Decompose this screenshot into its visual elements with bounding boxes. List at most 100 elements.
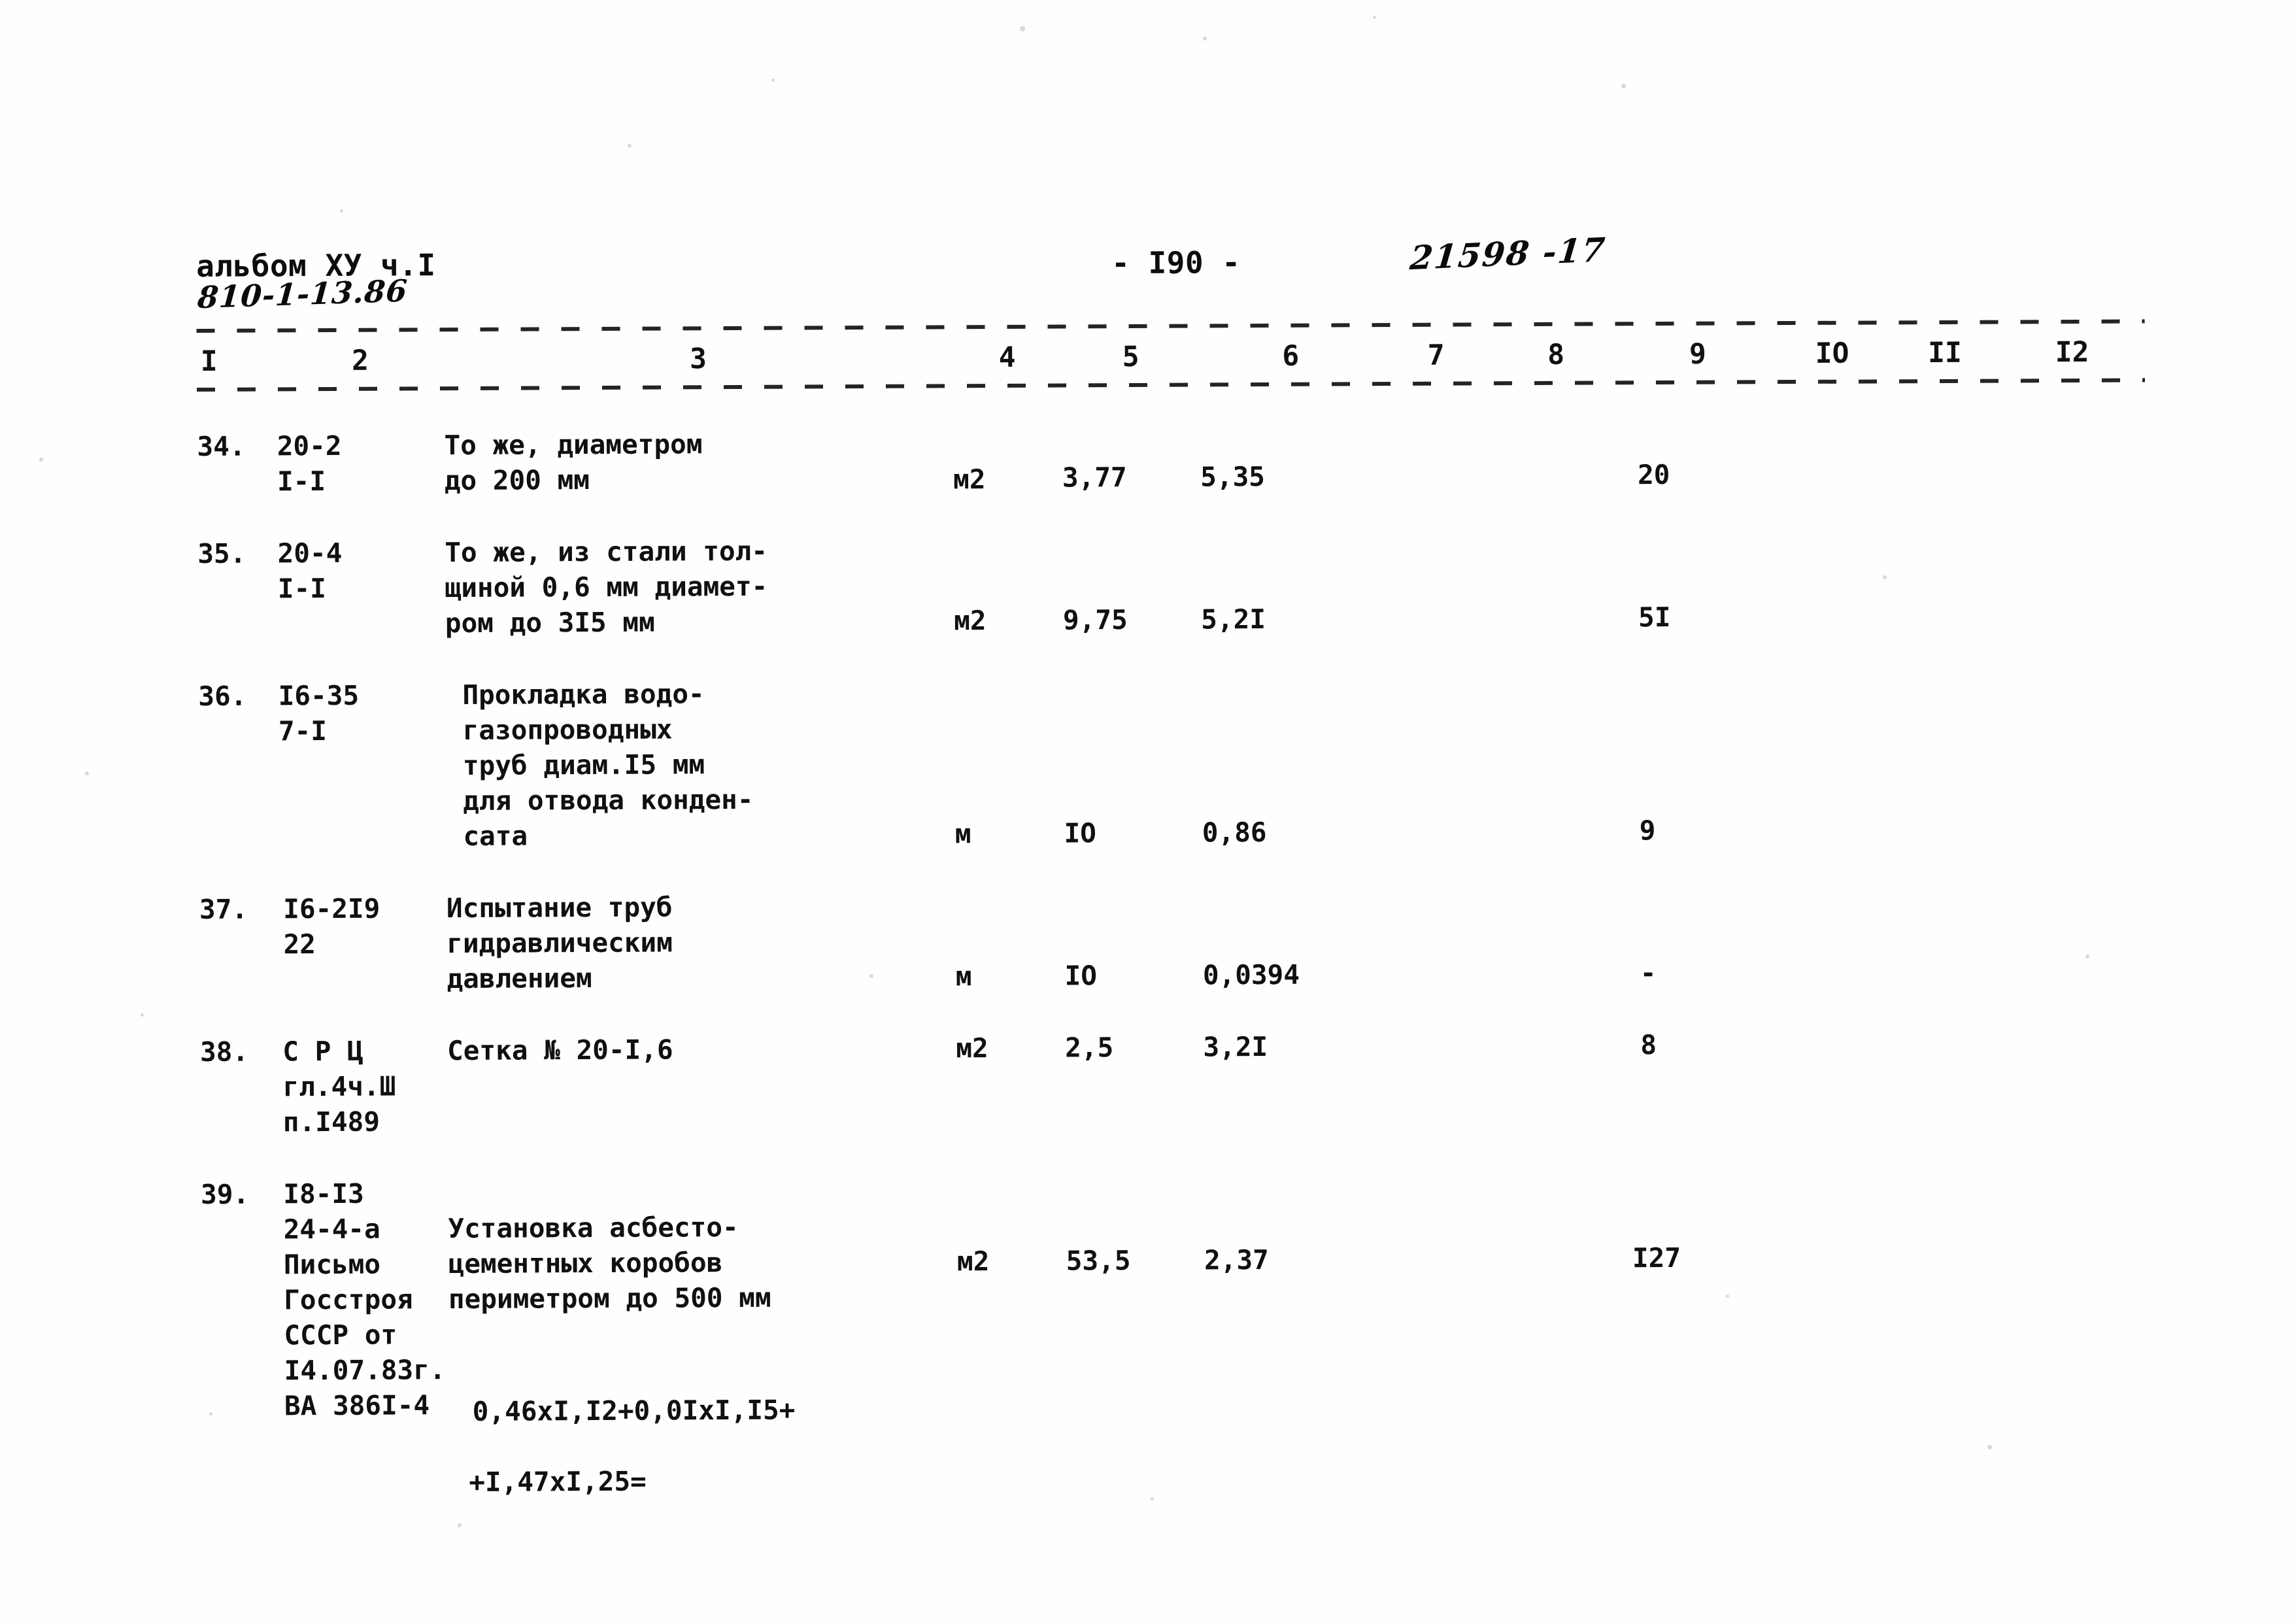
column-header-1: I (200, 345, 218, 378)
row-unit: м (954, 672, 1064, 852)
estimate-table: I 2 3 4 5 6 7 8 9 IO II I2 (197, 324, 2145, 386)
row-col8 (1493, 882, 1625, 991)
scan-speck (85, 771, 89, 775)
row-description-block: Установка асбесто- цементных коробов пер… (448, 1170, 958, 1570)
scan-speck (1203, 37, 1207, 41)
row-index: 39. (200, 1178, 250, 1210)
row-col11 (1891, 418, 2000, 492)
row-index: 34. (197, 430, 246, 462)
row-col6-text: 5,35 (1200, 461, 1266, 493)
doc-number-handwritten: 21598 -17 (1408, 229, 1608, 278)
row-col6: 5,35 (1200, 420, 1383, 494)
row-col6: 0,0394 (1202, 883, 1385, 992)
row-col7 (1384, 883, 1494, 992)
column-header-2: 2 (351, 344, 369, 377)
row-description: То же, диаметром до 200 мм (444, 428, 703, 497)
row-description: Испытание труб гидравлическим давлением (446, 891, 673, 995)
row-col10 (1774, 418, 1891, 492)
row-index: 35. (197, 537, 246, 569)
row-col10 (1777, 881, 1894, 990)
row-unit-text: м (954, 818, 971, 850)
row-col9: I27 (1625, 1166, 1780, 1565)
row-col9-text: I27 (1632, 1242, 1681, 1274)
row-col5-text: 9,75 (1062, 604, 1128, 636)
row-col8 (1491, 526, 1623, 635)
row-formula: 0,46xI,I2+0,0IxI,I5+ +I,47xI,25= (448, 1349, 958, 1535)
row-col12 (2001, 666, 2148, 846)
row-unit: м2 (956, 1028, 1066, 1137)
row-unit: м (955, 885, 1065, 994)
row-col5: 2,5 (1065, 1026, 1204, 1136)
column-header-row: I 2 3 4 5 6 7 8 9 IO II I2 (197, 324, 2145, 386)
row-col7 (1383, 669, 1493, 849)
row-col6-text: 5,2I (1201, 603, 1266, 635)
table-row: 35. 20-4 I-I То же, из стали тол- щиной … (197, 524, 2146, 642)
row-col9: 8 (1625, 1024, 1778, 1133)
row-unit-text: м (955, 960, 972, 992)
row-col6-text: 2,37 (1204, 1244, 1269, 1276)
row-col10 (1778, 1023, 1895, 1132)
column-header-3: 3 (689, 343, 707, 376)
row-code: I6-2I9 22 (283, 892, 380, 960)
row-index: 36. (198, 680, 247, 712)
row-unit: м2 (953, 422, 1062, 496)
row-col7 (1385, 1025, 1494, 1134)
row-unit-text: м2 (953, 464, 986, 496)
row-col5-text: 53,5 (1066, 1245, 1131, 1277)
row-code: I6-35 7-I (278, 679, 360, 747)
row-col11 (1891, 525, 2001, 634)
column-header-6: 6 (1282, 339, 1300, 373)
row-col9-text: 20 (1637, 458, 1670, 491)
document-body: альбом ХУ ч.I 810-1-13.86 - I90 - 21598 … (196, 230, 2151, 1572)
column-header-11: II (1927, 336, 1962, 370)
row-col8 (1494, 1167, 1627, 1565)
page-number: - I90 - (1111, 245, 1241, 281)
row-col11 (1892, 668, 2002, 847)
row-formula-line-1: 0,46xI,I2+0,0IxI,I5+ (472, 1394, 796, 1427)
row-col6-text: 0,0394 (1202, 958, 1300, 991)
column-header-7: 7 (1427, 339, 1445, 372)
row-col9-text: 8 (1640, 1029, 1657, 1061)
scan-speck (1621, 84, 1626, 88)
scan-speck (340, 209, 343, 212)
row-col12 (2002, 1022, 2148, 1131)
row-description: Установка асбесто- цементных коробов пер… (448, 1211, 771, 1315)
row-col6: 0,86 (1202, 670, 1384, 850)
row-col6: 3,2I (1203, 1026, 1385, 1135)
row-unit-text: м2 (956, 1245, 990, 1277)
row-code: 20-4 I-I (277, 537, 343, 605)
column-header-10: IO (1815, 337, 1849, 370)
row-col5: IO (1064, 884, 1203, 993)
row-formula-line-2: +I,47xI,25= (469, 1465, 647, 1498)
row-col5: 53,5 (1066, 1169, 1206, 1567)
table-row: 38. С Р Ц гл.4ч.Ш п.I489 Сетка № 20-I,6 … (200, 1022, 2149, 1140)
row-col9-text: - (1640, 957, 1657, 989)
row-col8 (1492, 669, 1623, 849)
scan-speck (1020, 26, 1025, 31)
row-col6: 5,2I (1201, 528, 1383, 637)
page-header: альбом ХУ ч.I 810-1-13.86 - I90 - 21598 … (196, 230, 2145, 327)
row-col9: - (1624, 881, 1777, 990)
scan-speck (628, 144, 632, 148)
table-row: 37. I6-2I9 22 Испытание труб гидравличес… (199, 879, 2148, 998)
row-col11 (1894, 1023, 2004, 1132)
row-col9: 5I (1622, 526, 1775, 635)
row-code: С Р Ц гл.4ч.Ш п.I489 (282, 1035, 396, 1138)
row-description: Сетка № 20-I,6 (447, 1034, 673, 1067)
scan-speck (1373, 16, 1376, 19)
row-col7 (1382, 527, 1492, 636)
table-row: 36. I6-35 7-I Прокладка водо- газопровод… (198, 666, 2147, 855)
row-col5-text: 3,77 (1062, 462, 1127, 494)
scan-speck (141, 1013, 144, 1017)
row-description: То же, из стали тол- щиной 0,6 мм диамет… (445, 535, 768, 639)
row-unit: м2 (956, 1170, 1068, 1568)
row-col6-text: 3,2I (1203, 1031, 1268, 1063)
row-unit: м2 (953, 530, 1063, 639)
row-col8 (1491, 419, 1622, 493)
row-col7 (1385, 1168, 1496, 1566)
row-col12 (2003, 1164, 2150, 1563)
row-unit-text: м2 (956, 1032, 988, 1064)
row-col5-text: 2,5 (1065, 1032, 1114, 1064)
row-code: 20-2 I-I (277, 430, 342, 498)
project-code-handwritten: 810-1-13.86 (196, 273, 409, 316)
